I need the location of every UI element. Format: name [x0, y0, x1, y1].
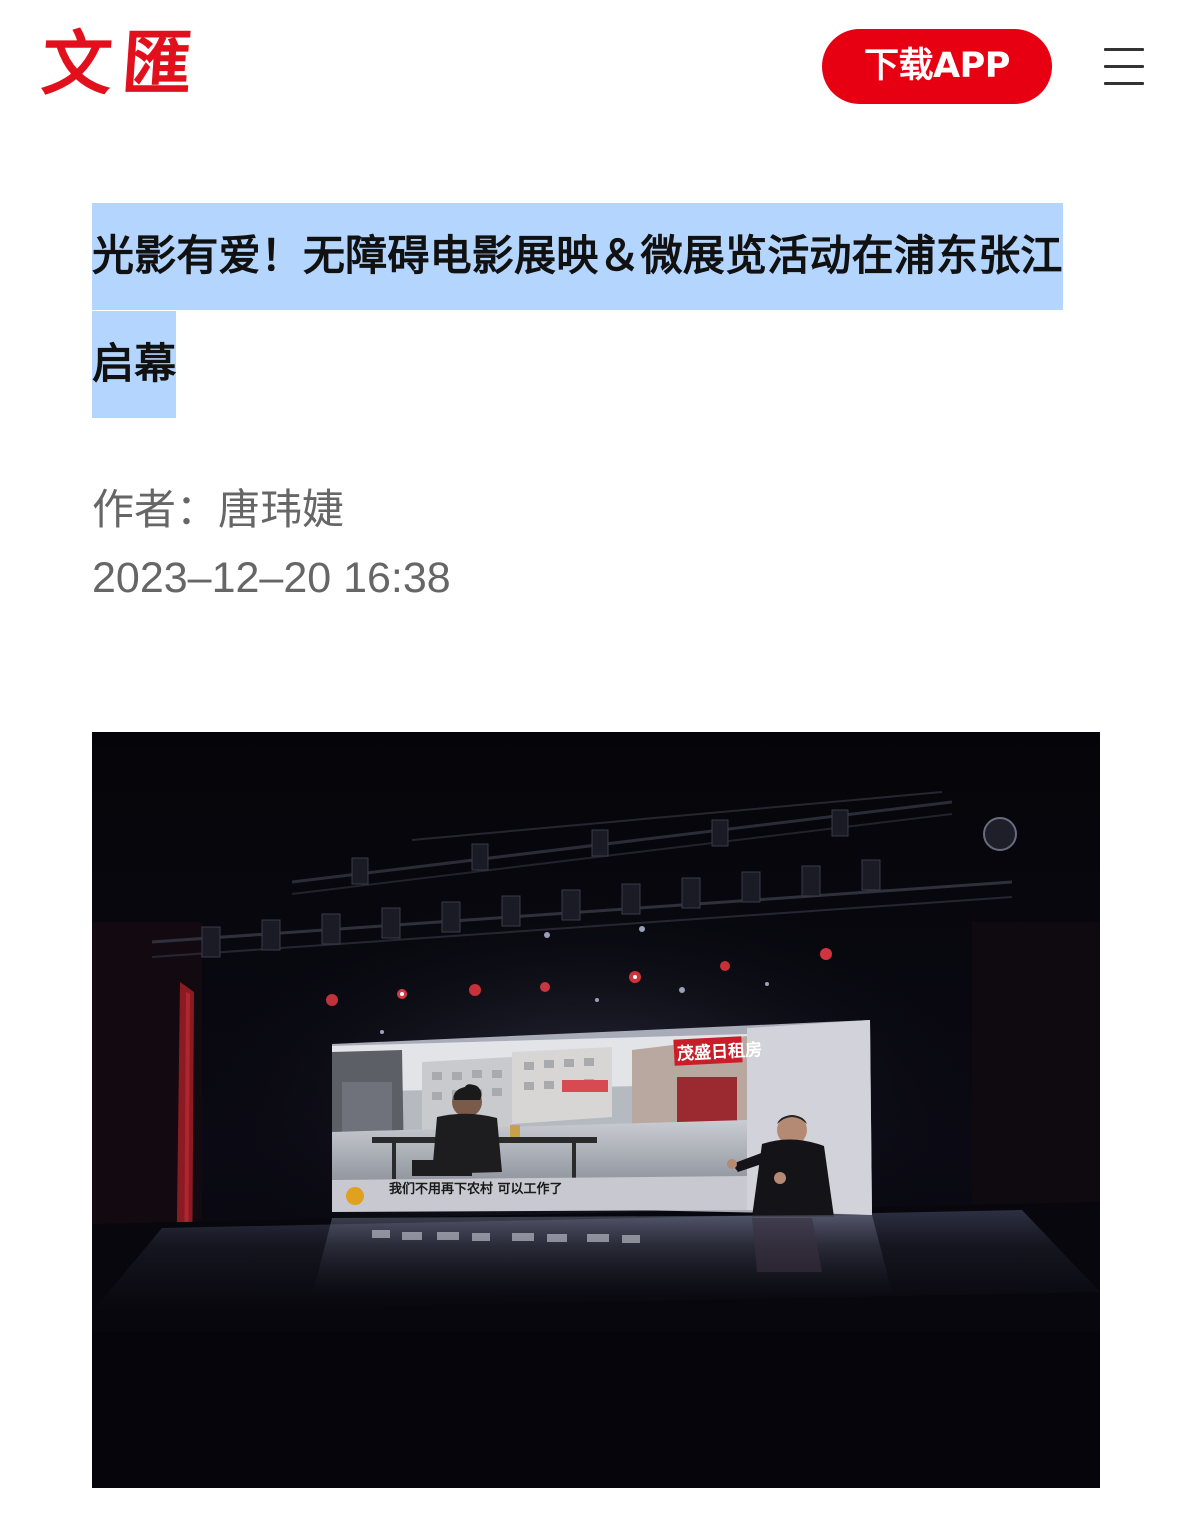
theater-stage-photo: 茂盛日租房 我们不用再下农村 可以工作了 [92, 732, 1100, 1488]
top-bar: 文匯 下载APP [0, 0, 1186, 132]
article-title-text: 光影有爱！无障碍电影展映＆微展览活动在浦东张江启幕 [92, 203, 1063, 418]
menu-line [1104, 82, 1144, 85]
wenhui-logo[interactable]: 文匯 [39, 22, 205, 105]
menu-line [1104, 65, 1144, 68]
article-author: 作者：唐玮婕 [92, 485, 345, 534]
screen-subtitle: 我们不用再下农村 可以工作了 [389, 1181, 563, 1197]
article-photo[interactable]: 茂盛日租房 我们不用再下农村 可以工作了 [92, 732, 1100, 1488]
menu-line [1104, 48, 1144, 51]
article-date: 2023–12–20 16:38 [92, 554, 451, 602]
screen-shop-sign: 茂盛日租房 [677, 1039, 763, 1064]
download-app-button[interactable]: 下载APP [822, 29, 1052, 104]
article-title: 光影有爱！无障碍电影展映＆微展览活动在浦东张江启幕 [92, 202, 1096, 418]
hamburger-menu-icon[interactable] [1104, 46, 1144, 86]
